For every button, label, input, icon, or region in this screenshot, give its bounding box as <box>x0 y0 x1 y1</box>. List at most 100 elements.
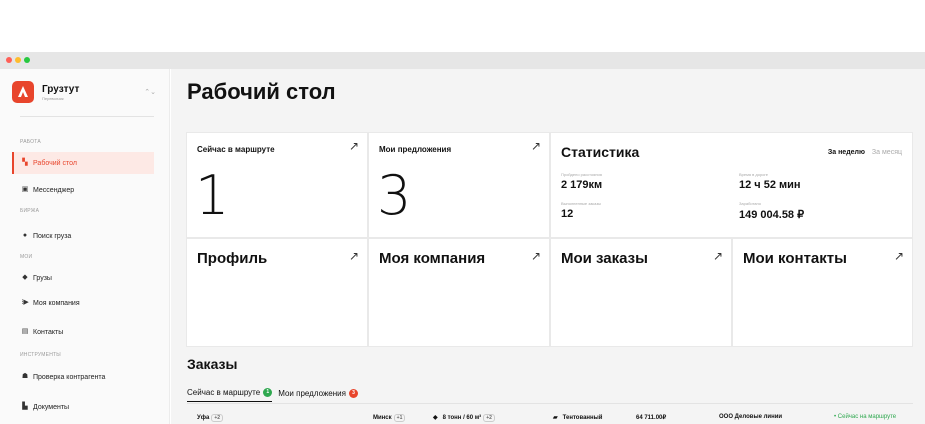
sidebar-item-my-company[interactable]: ⁝▶ Моя компания <box>12 292 154 314</box>
window-controls <box>6 57 30 63</box>
contacts-icon: ▤ <box>21 328 29 335</box>
divider <box>187 403 913 404</box>
table-row[interactable]: Уфа +2 Минск +1 ◆ 8 тонн / 60 м³ +2 ▰ Тентова… <box>187 410 913 424</box>
sidebar-item-contacts[interactable]: ▤ Контакты <box>12 321 154 343</box>
stat-value: 12 <box>561 208 574 220</box>
in-route-count: 1 <box>195 164 230 227</box>
divider <box>20 116 154 117</box>
arrow-up-right-icon[interactable]: ↗ <box>531 139 541 153</box>
globe-icon: ● <box>22 232 28 239</box>
sidebar-item-label: Проверка контрагента <box>33 373 106 381</box>
chevron-updown-icon: ⌃⌄ <box>144 89 156 96</box>
arrow-up-right-icon[interactable]: ↗ <box>531 249 541 263</box>
sidebar-item-messenger[interactable]: ▣ Мессенджер <box>12 179 154 201</box>
cargo-icon: ◆ <box>433 415 438 421</box>
top-blank-area <box>0 0 925 52</box>
sidebar-item-label: Моя компания <box>33 299 80 307</box>
route-from: Уфа +2 <box>197 414 224 422</box>
document-icon: ▙ <box>22 403 28 410</box>
statistics-title: Статистика <box>561 144 640 160</box>
stat-distance: Пройдено расстояния 2 179км <box>561 172 602 191</box>
order-price: 64 711.00₽ <box>636 415 667 421</box>
period-month-button[interactable]: За месяц <box>872 149 902 156</box>
section-label-tools: ИНСТРУМЕНТЫ <box>20 352 61 358</box>
count-badge: 3 <box>348 388 358 398</box>
stat-value: 12 ч 52 мин <box>739 179 801 191</box>
extra-points-chip: +2 <box>211 414 224 422</box>
stat-label: Заработано <box>739 201 761 206</box>
arrow-up-right-icon[interactable]: ↗ <box>349 249 359 263</box>
sidebar-item-label: Мессенджер <box>33 186 75 194</box>
card-title: Мои контакты <box>743 250 847 267</box>
cargo-info: ◆ 8 тонн / 60 м³ +2 <box>433 414 495 422</box>
page-title: Рабочий стол <box>187 79 336 104</box>
sidebar: Грузтут Перевозчик ⌃⌄ РАБОТА ▚ Рабочий с… <box>0 69 170 424</box>
grid-icon: ▚ <box>22 159 28 166</box>
sidebar-item-label: Рабочий стол <box>33 159 77 167</box>
arrow-up-right-icon[interactable]: ↗ <box>349 139 359 153</box>
sidebar-item-desktop[interactable]: ▚ Рабочий стол <box>12 152 154 174</box>
tab-my-offers[interactable]: Мои предложения 3 <box>278 388 358 402</box>
stat-completed: Выполненные заказы 12 <box>561 201 601 220</box>
maximize-window-button[interactable] <box>24 57 30 63</box>
section-label-mine: МОИ <box>20 254 33 260</box>
card-title: Мои заказы <box>561 250 648 267</box>
chat-icon: ▣ <box>21 186 29 193</box>
extra-points-chip: +1 <box>393 414 406 422</box>
card-statistics: Статистика За неделю За месяц Пройдено р… <box>550 132 913 238</box>
truck-body-icon: ▰ <box>553 415 558 421</box>
card-my-orders[interactable]: Мои заказы ↗ <box>550 238 732 347</box>
section-label-exchange: БИРЖА <box>20 208 40 214</box>
tab-label: Сейчас в маршруте <box>187 388 261 397</box>
window-titlebar <box>0 52 925 69</box>
sidebar-item-label: Контакты <box>33 328 64 336</box>
brand-name: Грузтут <box>42 83 80 95</box>
card-title: Сейчас в маршруте <box>197 145 275 154</box>
brand-role: Перевозчик <box>42 95 64 101</box>
order-company: ООО Деловые линии <box>719 414 783 420</box>
close-window-button[interactable] <box>6 57 12 63</box>
brand-logo-icon <box>12 81 34 103</box>
sidebar-item-cargo-search[interactable]: ● Поиск груза <box>12 225 154 247</box>
card-profile[interactable]: Профиль ↗ <box>186 238 368 347</box>
card-title: Мои предложения <box>379 145 452 154</box>
card-offers[interactable]: Мои предложения ↗ 3 <box>368 132 550 238</box>
minimize-window-button[interactable] <box>15 57 21 63</box>
card-in-route[interactable]: Сейчас в маршруте ↗ 1 <box>186 132 368 238</box>
sidebar-item-counterparty-check[interactable]: ☗ Проверка контрагента <box>12 366 154 388</box>
person-check-icon: ☗ <box>21 373 29 380</box>
order-status: • Сейчас на маршруте <box>834 414 897 420</box>
brand-switcher[interactable]: Грузтут Перевозчик ⌃⌄ <box>12 81 156 103</box>
stat-value: 149 004.58 ₽ <box>739 209 805 221</box>
stat-value: 2 179км <box>561 179 603 191</box>
stat-label: Время в дороге <box>739 172 768 177</box>
card-my-company[interactable]: Моя компания ↗ <box>368 238 550 347</box>
sidebar-item-label: Документы <box>33 403 70 411</box>
arrow-up-right-icon[interactable]: ↗ <box>894 249 904 263</box>
main-content: Рабочий стол Сейчас в маршруте ↗ 1 Мои п… <box>171 69 925 424</box>
stat-label: Выполненные заказы <box>561 201 602 206</box>
box-icon: ◆ <box>22 274 28 281</box>
extra-cargo-chip: +2 <box>483 414 495 422</box>
sidebar-item-label: Грузы <box>33 274 52 282</box>
sidebar-item-documents[interactable]: ▙ Документы <box>12 396 154 418</box>
card-title: Профиль <box>197 250 268 267</box>
count-badge: 1 <box>263 388 273 397</box>
sidebar-item-cargo[interactable]: ◆ Грузы <box>12 267 154 289</box>
period-switch: За неделю За месяц <box>828 149 902 156</box>
route-to: Минск +1 <box>373 414 406 422</box>
offers-count: 3 <box>377 164 412 227</box>
section-label-work: РАБОТА <box>20 139 41 145</box>
sidebar-item-label: Поиск груза <box>33 232 72 240</box>
orders-tabs: Сейчас в маршруте 1 Мои предложения 3 <box>187 388 358 402</box>
arrow-up-right-icon[interactable]: ↗ <box>713 249 723 263</box>
card-my-contacts[interactable]: Мои контакты ↗ <box>732 238 913 347</box>
stat-time: Время в дороге 12 ч 52 мин <box>739 172 801 191</box>
orders-section-title: Заказы <box>187 356 238 372</box>
stat-label: Пройдено расстояния <box>561 172 602 177</box>
stat-earned: Заработано 149 004.58 ₽ <box>739 201 804 221</box>
period-week-button[interactable]: За неделю <box>828 149 865 156</box>
card-title: Моя компания <box>379 250 486 267</box>
tab-label: Мои предложения <box>278 388 346 398</box>
tab-in-route[interactable]: Сейчас в маршруте 1 <box>187 388 273 402</box>
